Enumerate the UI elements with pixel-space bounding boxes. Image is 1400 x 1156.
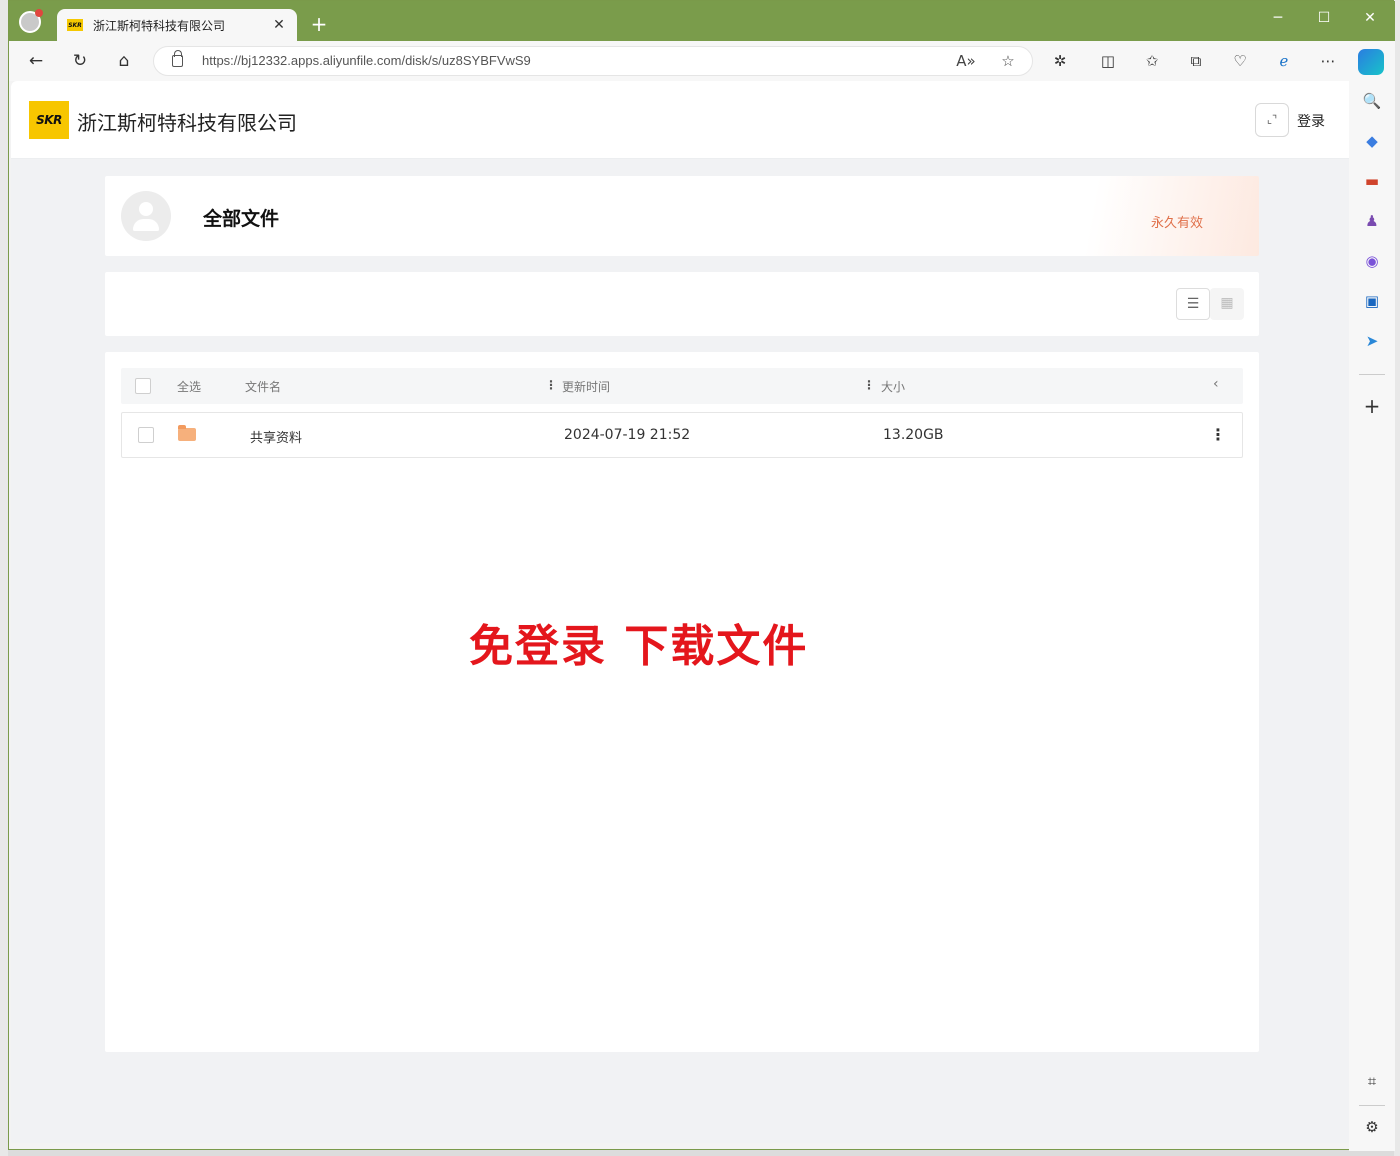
sidebar-send-icon[interactable]: ➤ xyxy=(1362,331,1382,351)
collapse-chevron-left-icon[interactable]: ‹ xyxy=(1213,376,1219,392)
more-menu-icon[interactable]: ⋯ xyxy=(1317,51,1339,71)
copilot-icon[interactable] xyxy=(1358,49,1384,75)
page-viewport: SKR 浙江斯柯特科技有限公司 ⌞⌝ 登录 全部文件 永久有效 ☰ ▦ 全选 文… xyxy=(11,81,1349,1143)
new-tab-icon[interactable]: + xyxy=(307,13,331,35)
title-bar: SKR 浙江斯柯特科技有限公司 ✕ + ─ ☐ ✕ xyxy=(9,1,1395,41)
sidebar-screenshot-icon[interactable]: ⌗ xyxy=(1362,1071,1382,1091)
column-header-updated[interactable]: 更新时间 xyxy=(562,378,610,395)
browser-tab-active[interactable]: SKR 浙江斯柯特科技有限公司 ✕ xyxy=(57,9,297,41)
overlay-banner-text: 免登录 下载文件 xyxy=(469,621,809,672)
table-header: 全选 文件名 ⋮ 更新时间 ⋮ 大小 ‹ xyxy=(121,368,1243,404)
column-resize-handle[interactable]: ⋮ xyxy=(863,378,875,392)
read-aloud-icon[interactable]: A» xyxy=(956,52,976,70)
folder-icon xyxy=(178,425,196,441)
minimize-icon[interactable]: ─ xyxy=(1255,9,1301,29)
home-icon[interactable]: ⌂ xyxy=(111,49,137,73)
list-view-icon[interactable]: ☰ xyxy=(1176,288,1210,320)
maximize-icon[interactable]: ☐ xyxy=(1301,9,1347,29)
sidebar-tools-icon[interactable]: ▬ xyxy=(1362,171,1382,191)
login-button[interactable]: 登录 xyxy=(1297,111,1325,131)
sidebar-divider xyxy=(1359,374,1385,375)
split-screen-icon[interactable]: ◫ xyxy=(1097,51,1119,71)
sidebar-search-icon[interactable]: 🔍 xyxy=(1362,91,1382,111)
sharer-avatar-icon xyxy=(121,191,171,241)
file-list-card: 全选 文件名 ⋮ 更新时间 ⋮ 大小 ‹ 共享资料 2024-07-19 21:… xyxy=(105,352,1259,1052)
column-header-size[interactable]: 大小 xyxy=(881,378,905,395)
tab-title: 浙江斯柯特科技有限公司 xyxy=(93,18,226,33)
page-title: 全部文件 xyxy=(203,208,280,230)
browser-window: SKR 浙江斯柯特科技有限公司 ✕ + ─ ☐ ✕ ← ↻ ⌂ https://… xyxy=(8,0,1395,1151)
sidebar-settings-gear-icon[interactable]: ⚙ xyxy=(1362,1117,1382,1137)
sidebar-divider xyxy=(1359,1105,1385,1106)
favorites-icon[interactable]: ✩ xyxy=(1141,51,1163,71)
sidebar-outlook-icon[interactable]: ▣ xyxy=(1362,291,1382,311)
edge-drop-icon[interactable]: ℯ xyxy=(1273,51,1295,71)
back-arrow-icon[interactable]: ← xyxy=(23,49,49,73)
window-close-icon[interactable]: ✕ xyxy=(1347,9,1393,29)
company-logo[interactable]: SKR xyxy=(29,101,69,139)
sidebar-add-icon[interactable]: + xyxy=(1362,396,1382,416)
tab-favicon-icon: SKR xyxy=(67,19,83,31)
select-all-label[interactable]: 全选 xyxy=(177,378,201,395)
file-updated-time: 2024-07-19 21:52 xyxy=(564,427,691,443)
toolbar-card: ☰ ▦ xyxy=(105,272,1259,336)
row-more-options-icon[interactable]: ⋮ xyxy=(1210,425,1226,444)
url-text[interactable]: https://bj12332.apps.aliyunfile.com/disk… xyxy=(202,53,531,68)
share-info-card: 全部文件 永久有效 xyxy=(105,176,1259,256)
row-checkbox[interactable] xyxy=(138,427,154,443)
file-size: 13.20GB xyxy=(883,427,944,443)
address-toolbar: ← ↻ ⌂ https://bj12332.apps.aliyunfile.co… xyxy=(9,41,1395,81)
sidebar-office-icon[interactable]: ◉ xyxy=(1362,251,1382,271)
refresh-icon[interactable]: ↻ xyxy=(67,49,93,73)
select-all-checkbox[interactable] xyxy=(135,378,151,394)
sidebar-games-icon[interactable]: ♟ xyxy=(1362,211,1382,231)
lock-icon[interactable] xyxy=(172,50,183,67)
favorite-star-icon[interactable]: ☆ xyxy=(998,52,1018,70)
edge-sidebar: 🔍 ◆ ▬ ♟ ◉ ▣ ➤ + ⌗ ⚙ xyxy=(1349,81,1395,1151)
qr-scan-icon[interactable]: ⌞⌝ xyxy=(1255,103,1289,137)
extensions-icon[interactable]: ✲ xyxy=(1049,51,1071,71)
column-header-name[interactable]: 文件名 xyxy=(245,378,281,395)
grid-view-icon[interactable]: ▦ xyxy=(1210,288,1244,320)
site-header: SKR 浙江斯柯特科技有限公司 ⌞⌝ 登录 xyxy=(11,81,1349,159)
tab-close-icon[interactable]: ✕ xyxy=(271,17,287,33)
company-name: 浙江斯柯特科技有限公司 xyxy=(77,111,297,135)
validity-badge: 永久有效 xyxy=(1151,216,1204,231)
address-bar[interactable]: https://bj12332.apps.aliyunfile.com/disk… xyxy=(153,46,1033,76)
file-name[interactable]: 共享资料 xyxy=(250,427,302,446)
profile-avatar-icon[interactable] xyxy=(19,9,43,33)
browser-essentials-icon[interactable]: ♡ xyxy=(1229,51,1251,71)
collections-icon[interactable]: ⧉ xyxy=(1185,51,1207,71)
sidebar-shopping-icon[interactable]: ◆ xyxy=(1362,131,1382,151)
table-row[interactable]: 共享资料 2024-07-19 21:52 13.20GB ⋮ xyxy=(121,412,1243,458)
desktop-edge-left xyxy=(0,0,8,1156)
column-resize-handle[interactable]: ⋮ xyxy=(545,378,557,392)
